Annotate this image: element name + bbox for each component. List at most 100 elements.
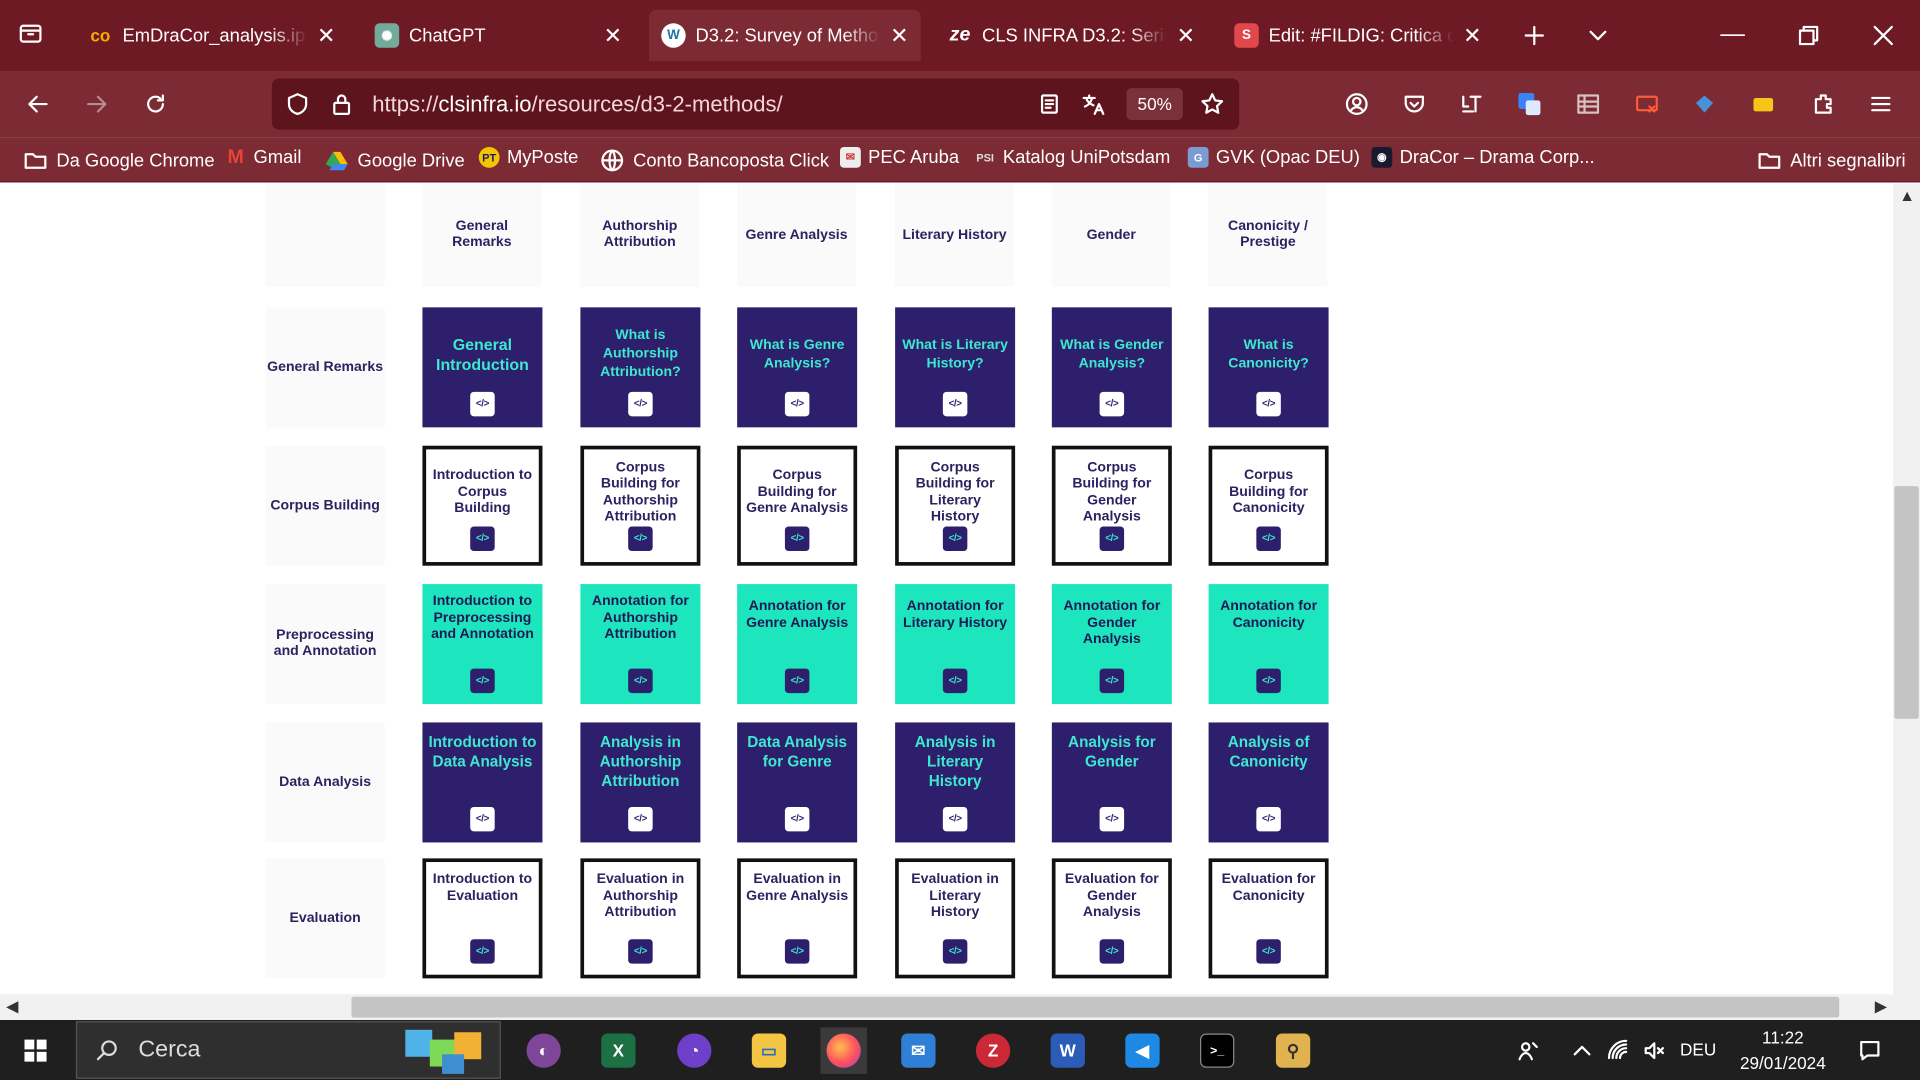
close-window-icon[interactable] (1870, 22, 1897, 49)
chevron-up-icon[interactable] (1569, 1037, 1596, 1064)
vertical-scroll-thumb[interactable] (1894, 486, 1919, 719)
shield-icon[interactable] (284, 91, 311, 118)
restore-icon[interactable] (1795, 22, 1822, 49)
method-card[interactable]: Annotation for Literary History </> (895, 584, 1016, 705)
reload-icon[interactable] (142, 91, 169, 118)
method-card[interactable]: Annotation for Canonicity </> (1208, 584, 1329, 705)
pocket-icon[interactable] (1401, 91, 1428, 118)
method-card[interactable]: What is Gender Analysis? </> (1051, 307, 1172, 428)
method-card[interactable]: What is Canonicity? </> (1208, 307, 1329, 428)
horizontal-scroll-thumb[interactable] (351, 996, 1840, 1018)
excel-icon[interactable]: X (595, 1027, 642, 1074)
table-extension-icon[interactable] (1575, 91, 1602, 118)
tab-chatgpt[interactable]: ✺ ChatGPT ✕ (362, 10, 634, 61)
windows-start-icon[interactable] (22, 1037, 49, 1064)
method-card[interactable]: Analysis in Authorship Attribution </> (580, 722, 701, 843)
bookmark-pec-aruba[interactable]: ✉ PEC Aruba (840, 146, 959, 168)
close-tab-icon[interactable]: ✕ (604, 24, 622, 46)
method-card[interactable]: Introduction to Corpus Building </> (422, 445, 543, 566)
method-card[interactable]: Corpus Building for Canonicity </> (1208, 445, 1329, 566)
bookmark-gmail[interactable]: M Gmail (225, 146, 302, 167)
method-card[interactable]: Evaluation in Genre Analysis </> (737, 858, 858, 979)
method-card[interactable]: Analysis of Canonicity </> (1208, 722, 1329, 843)
method-card[interactable]: Annotation for Genre Analysis </> (737, 584, 858, 705)
languagetool-icon[interactable] (1458, 91, 1485, 118)
address-bar[interactable]: https://clsinfra.io/resources/d3-2-metho… (271, 78, 1240, 130)
notifications-icon[interactable] (1856, 1037, 1883, 1064)
back-icon[interactable] (24, 91, 51, 118)
method-card[interactable]: What is Literary History? </> (895, 307, 1016, 428)
method-card[interactable]: Evaluation in Literary History </> (895, 858, 1016, 979)
extensions-icon[interactable] (1810, 91, 1837, 118)
bookmark-da-google-chrome[interactable]: Da Google Chrome (22, 147, 215, 174)
bookmark-google-drive[interactable]: Google Drive (323, 147, 465, 174)
puzzle-widget-icon[interactable] (398, 1022, 496, 1077)
file-explorer-icon[interactable]: ▭ (746, 1027, 793, 1074)
language-indicator[interactable]: DEU (1680, 1040, 1716, 1060)
new-tab-icon[interactable] (1521, 22, 1548, 49)
word-icon[interactable]: W (1044, 1027, 1091, 1074)
method-card[interactable]: Corpus Building for Gender Analysis </> (1051, 445, 1172, 566)
reader-view-icon[interactable] (1036, 91, 1063, 118)
forward-icon[interactable] (83, 91, 110, 118)
method-card[interactable]: Introduction to Data Analysis </> (422, 722, 543, 843)
tab-zenodo[interactable]: ze CLS INFRA D3.2: Series of ✕ (936, 10, 1208, 61)
people-icon[interactable] (1515, 1037, 1542, 1064)
tab-fildig[interactable]: S Edit: #FILDIG: Critica con ✕ (1222, 10, 1494, 61)
method-card[interactable]: Analysis for Gender </> (1051, 722, 1172, 843)
close-tab-icon[interactable]: ✕ (1177, 24, 1195, 46)
zotero-icon[interactable]: Z (970, 1027, 1017, 1074)
lock-icon[interactable] (328, 91, 355, 118)
app-icon[interactable]: ⚲ (1270, 1027, 1317, 1074)
bookmark-conto-bancoposta[interactable]: Conto Bancoposta Click (599, 147, 829, 174)
tor-icon[interactable]: ◐ (520, 1027, 567, 1074)
method-card[interactable]: What is Genre Analysis? </> (737, 307, 858, 428)
minimize-icon[interactable]: — (1720, 17, 1744, 51)
mail-icon[interactable]: ✉ (895, 1027, 942, 1074)
screen-share-icon[interactable] (1633, 91, 1660, 118)
terminal-icon[interactable]: >_ (1194, 1027, 1241, 1074)
method-card[interactable]: Corpus Building for Genre Analysis </> (737, 445, 858, 566)
method-card[interactable]: Evaluation for Canonicity </> (1208, 858, 1329, 979)
method-card[interactable]: Annotation for Gender Analysis </> (1051, 584, 1172, 705)
method-card[interactable]: Data Analysis for Genre </> (737, 722, 858, 843)
vscode-icon[interactable]: ◀ (1119, 1027, 1166, 1074)
close-tab-icon[interactable]: ✕ (1463, 24, 1481, 46)
close-tab-icon[interactable]: ✕ (890, 24, 908, 46)
menu-icon[interactable] (1867, 91, 1894, 118)
translate-icon[interactable] (1080, 91, 1107, 118)
translator-extension-icon[interactable] (1516, 91, 1543, 118)
other-bookmarks[interactable]: Altri segnalibri (1756, 147, 1906, 174)
bookmark-star-icon[interactable] (1199, 91, 1226, 118)
method-card[interactable]: Evaluation in Authorship Attribution </> (580, 858, 701, 979)
account-icon[interactable] (1343, 91, 1370, 118)
bookmark-myposte[interactable]: PT MyPoste (478, 146, 578, 168)
github-icon[interactable]: ◔ (671, 1027, 718, 1074)
scroll-right-icon[interactable]: ▶ (1875, 997, 1887, 1017)
method-card[interactable]: Introduction to Evaluation </> (422, 858, 543, 979)
method-card[interactable]: Corpus Building for Literary History </> (895, 445, 1016, 566)
url-text[interactable]: https://clsinfra.io/resources/d3-2-metho… (372, 92, 782, 118)
scroll-up-icon[interactable]: ▲ (1899, 186, 1915, 204)
bookmark-katalog-unipotsdam[interactable]: PSI Katalog UniPotsdam (975, 147, 1170, 168)
wifi-icon[interactable] (1605, 1037, 1632, 1064)
method-card[interactable]: Annotation for Authorship Attribution </> (580, 584, 701, 705)
volume-muted-icon[interactable] (1641, 1037, 1668, 1064)
clock[interactable]: 11:22 29/01/2024 (1731, 1025, 1834, 1076)
bookmark-dracor[interactable]: ◉ DraCor – Drama Corp... (1371, 146, 1595, 168)
bookmark-gvk[interactable]: G GVK (Opac DEU) (1187, 146, 1360, 168)
firefox-icon[interactable] (820, 1027, 867, 1074)
tab-colab[interactable]: co EmDraCor_analysis.ipynb ✕ (76, 10, 348, 61)
method-card[interactable]: Introduction to Preprocessing and Annota… (422, 584, 543, 705)
method-card[interactable]: What is Authorship Attribution? </> (580, 307, 701, 428)
zotero-connector-icon[interactable] (1691, 91, 1718, 118)
method-card[interactable]: Analysis in Literary History </> (895, 722, 1016, 843)
zoom-indicator[interactable]: 50% (1126, 88, 1183, 121)
tab-d32-survey[interactable]: W D3.2: Survey of Methods ✕ (648, 9, 921, 62)
scroll-left-icon[interactable]: ◀ (6, 997, 18, 1017)
chevron-down-icon[interactable] (1585, 22, 1612, 49)
method-card[interactable]: General Introduction </> (422, 307, 543, 428)
notes-extension-icon[interactable] (1750, 91, 1777, 118)
method-card[interactable]: Evaluation for Gender Analysis </> (1051, 858, 1172, 979)
list-all-tabs-icon[interactable] (17, 20, 44, 47)
